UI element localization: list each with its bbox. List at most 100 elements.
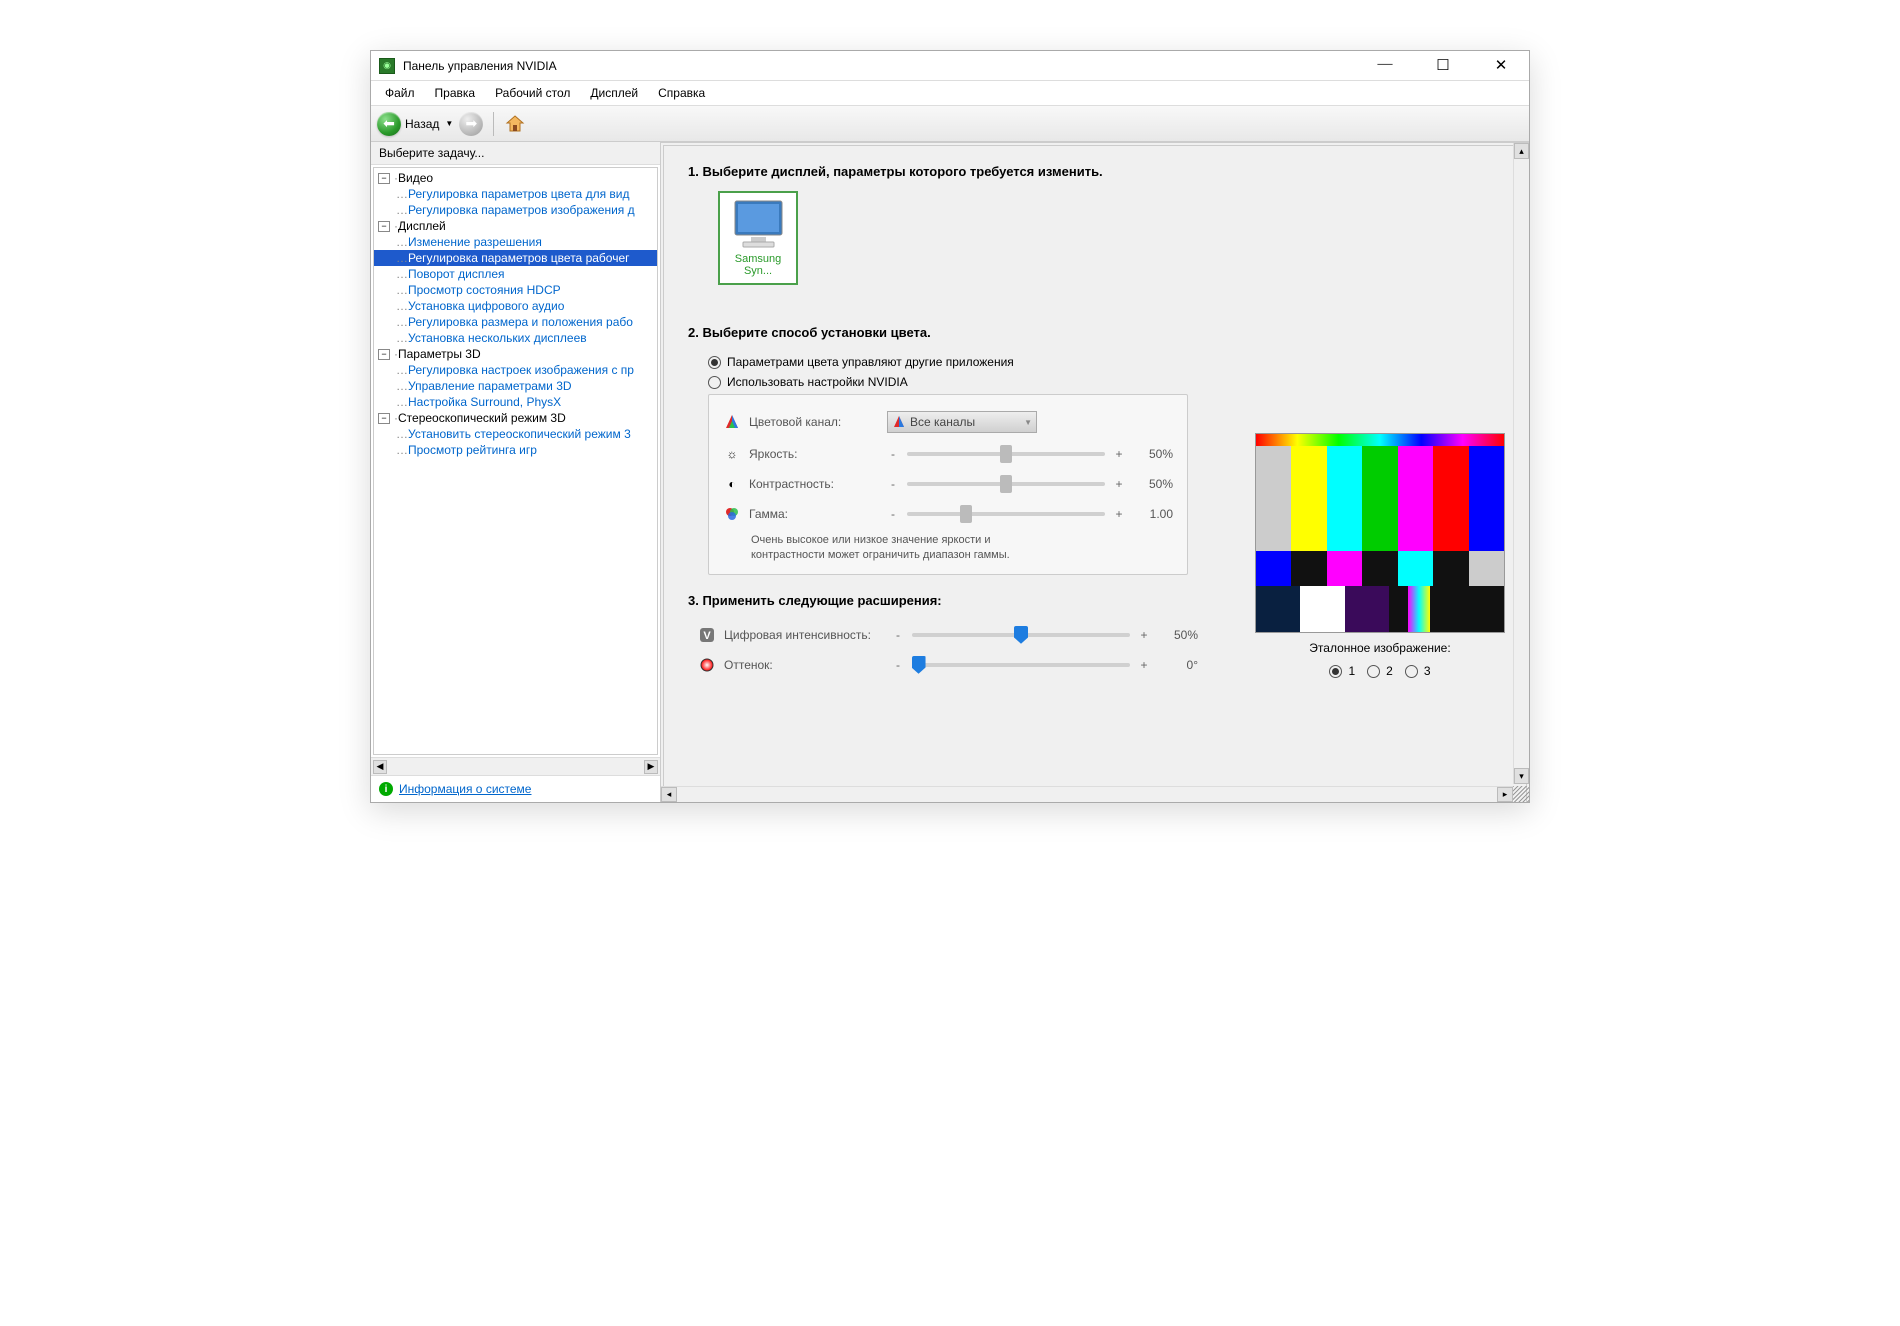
reference-label: Эталонное изображение:: [1255, 641, 1505, 655]
hint-line1: Очень высокое или низкое значение яркост…: [751, 533, 1173, 548]
tree-item[interactable]: …Установка цифрового аудио: [374, 298, 657, 314]
tree-item[interactable]: …Настройка Surround, PhysX: [374, 394, 657, 410]
reference-image: [1255, 433, 1505, 633]
tree-item-label: Регулировка размера и положения рабо: [408, 315, 633, 329]
tree-item[interactable]: …Регулировка параметров цвета рабочег: [374, 250, 657, 266]
section1-title: 1. Выберите дисплей, параметры которого …: [688, 164, 1502, 179]
minimize-button[interactable]: —: [1365, 56, 1405, 75]
home-button[interactable]: [504, 113, 526, 135]
forward-button[interactable]: ➡: [459, 112, 483, 136]
tree-item-label: Регулировка настроек изображения с пр: [408, 363, 634, 377]
tree-group[interactable]: −·Дисплей: [374, 218, 657, 234]
tree-item-label: Регулировка параметров изображения д: [408, 203, 635, 217]
channel-label: Цветовой канал:: [749, 415, 879, 429]
hue-slider[interactable]: [912, 656, 1130, 674]
sidebar-h-scrollbar[interactable]: ◀ ▶: [371, 757, 660, 775]
hint-line2: контрастности может ограничить диапазон …: [751, 548, 1173, 563]
menu-help[interactable]: Справка: [650, 83, 713, 103]
intensity-value: 50%: [1158, 628, 1198, 642]
tree-group-label: Стереоскопический режим 3D: [398, 411, 566, 425]
ref-radio-1[interactable]: 1: [1329, 661, 1355, 681]
nvidia-icon: ◉: [379, 58, 395, 74]
intensity-label: Цифровая интенсивность:: [724, 628, 884, 642]
menu-file[interactable]: Файл: [377, 83, 423, 103]
scroll-right-icon[interactable]: ▶: [644, 760, 658, 774]
main-panel: 1. Выберите дисплей, параметры которого …: [661, 142, 1529, 802]
resize-grip[interactable]: [1513, 786, 1529, 802]
tree-item-label: Установка нескольких дисплеев: [408, 331, 587, 345]
section2-title: 2. Выберите способ установки цвета.: [688, 325, 1502, 340]
back-dropdown-icon[interactable]: ▼: [445, 119, 453, 128]
tree-item[interactable]: …Изменение разрешения: [374, 234, 657, 250]
close-button[interactable]: ✕: [1481, 56, 1521, 75]
tree-item[interactable]: …Регулировка настроек изображения с пр: [374, 362, 657, 378]
tree-item[interactable]: …Установить стереоскопический режим 3: [374, 426, 657, 442]
tree-item-label: Регулировка параметров цвета для вид: [408, 187, 629, 201]
intensity-slider[interactable]: [912, 626, 1130, 644]
window-title: Панель управления NVIDIA: [403, 59, 1365, 73]
ref-radio-3[interactable]: 3: [1405, 661, 1431, 681]
tree-group[interactable]: −·Параметры 3D: [374, 346, 657, 362]
radio-other-apps[interactable]: Параметрами цвета управляют другие прило…: [708, 352, 1502, 372]
task-tree[interactable]: −·Видео…Регулировка параметров цвета для…: [373, 167, 658, 755]
tree-item[interactable]: …Поворот дисплея: [374, 266, 657, 282]
channel-icon: [723, 413, 741, 431]
tree-item[interactable]: …Просмотр рейтинга игр: [374, 442, 657, 458]
gamma-slider[interactable]: [907, 505, 1105, 523]
tree-item-label: Настройка Surround, PhysX: [408, 395, 561, 409]
tree-item-label: Управление параметрами 3D: [408, 379, 572, 393]
tree-group-label: Параметры 3D: [398, 347, 481, 361]
contrast-slider[interactable]: [907, 475, 1105, 493]
brightness-value: 50%: [1133, 447, 1173, 461]
ref-radio-2[interactable]: 2: [1367, 661, 1393, 681]
radio-label: Использовать настройки NVIDIA: [727, 375, 908, 389]
collapse-icon[interactable]: −: [378, 413, 390, 424]
tree-item-label: Изменение разрешения: [408, 235, 542, 249]
radio-icon: [1329, 665, 1342, 678]
monitor-icon: [731, 199, 786, 249]
main-v-scrollbar[interactable]: ▴ ▾: [1513, 143, 1529, 784]
tree-group[interactable]: −·Видео: [374, 170, 657, 186]
gamma-row: Гамма: - + 1.00: [723, 499, 1173, 529]
tree-item-label: Просмотр рейтинга игр: [408, 443, 537, 457]
collapse-icon[interactable]: −: [378, 349, 390, 360]
reference-pane: Эталонное изображение: 1 2 3: [1255, 433, 1505, 681]
display-tile[interactable]: Samsung Syn...: [718, 191, 798, 285]
channel-dropdown[interactable]: Все каналы ▼: [887, 411, 1037, 433]
menu-display[interactable]: Дисплей: [582, 83, 646, 103]
collapse-icon[interactable]: −: [378, 221, 390, 232]
tree-item[interactable]: …Регулировка параметров изображения д: [374, 202, 657, 218]
tree-item[interactable]: …Регулировка размера и положения рабо: [374, 314, 657, 330]
tree-item[interactable]: …Установка нескольких дисплеев: [374, 330, 657, 346]
menu-desktop[interactable]: Рабочий стол: [487, 83, 578, 103]
tree-item[interactable]: …Просмотр состояния HDCP: [374, 282, 657, 298]
radio-icon: [1367, 665, 1380, 678]
hue-icon: [698, 656, 716, 674]
main-h-scrollbar[interactable]: ◂ ▸: [661, 786, 1513, 802]
gamma-value: 1.00: [1133, 507, 1173, 521]
hue-value: 0°: [1158, 658, 1198, 672]
scroll-left-icon[interactable]: ◂: [661, 787, 677, 802]
scroll-down-icon[interactable]: ▾: [1514, 768, 1529, 784]
tree-item[interactable]: …Управление параметрами 3D: [374, 378, 657, 394]
radio-nvidia[interactable]: Использовать настройки NVIDIA: [708, 372, 1502, 392]
collapse-icon[interactable]: −: [378, 173, 390, 184]
radio-icon: [708, 356, 721, 369]
brightness-slider[interactable]: [907, 445, 1105, 463]
titlebar[interactable]: ◉ Панель управления NVIDIA — ☐ ✕: [371, 51, 1529, 81]
tree-group[interactable]: −·Стереоскопический режим 3D: [374, 410, 657, 426]
tree-item[interactable]: …Регулировка параметров цвета для вид: [374, 186, 657, 202]
back-button[interactable]: ⬅: [377, 112, 401, 136]
intensity-row: V Цифровая интенсивность: - + 50%: [698, 620, 1198, 650]
system-info-link[interactable]: Информация о системе: [399, 782, 531, 796]
scroll-up-icon[interactable]: ▴: [1514, 143, 1529, 159]
scroll-right-icon[interactable]: ▸: [1497, 787, 1513, 802]
maximize-button[interactable]: ☐: [1423, 56, 1463, 75]
brightness-icon: ☼: [723, 445, 741, 463]
gamma-icon: [723, 505, 741, 523]
menu-edit[interactable]: Правка: [427, 83, 484, 103]
scroll-left-icon[interactable]: ◀: [373, 760, 387, 774]
tree-group-label: Дисплей: [398, 219, 446, 233]
tree-item-label: Просмотр состояния HDCP: [408, 283, 561, 297]
radio-icon: [1405, 665, 1418, 678]
